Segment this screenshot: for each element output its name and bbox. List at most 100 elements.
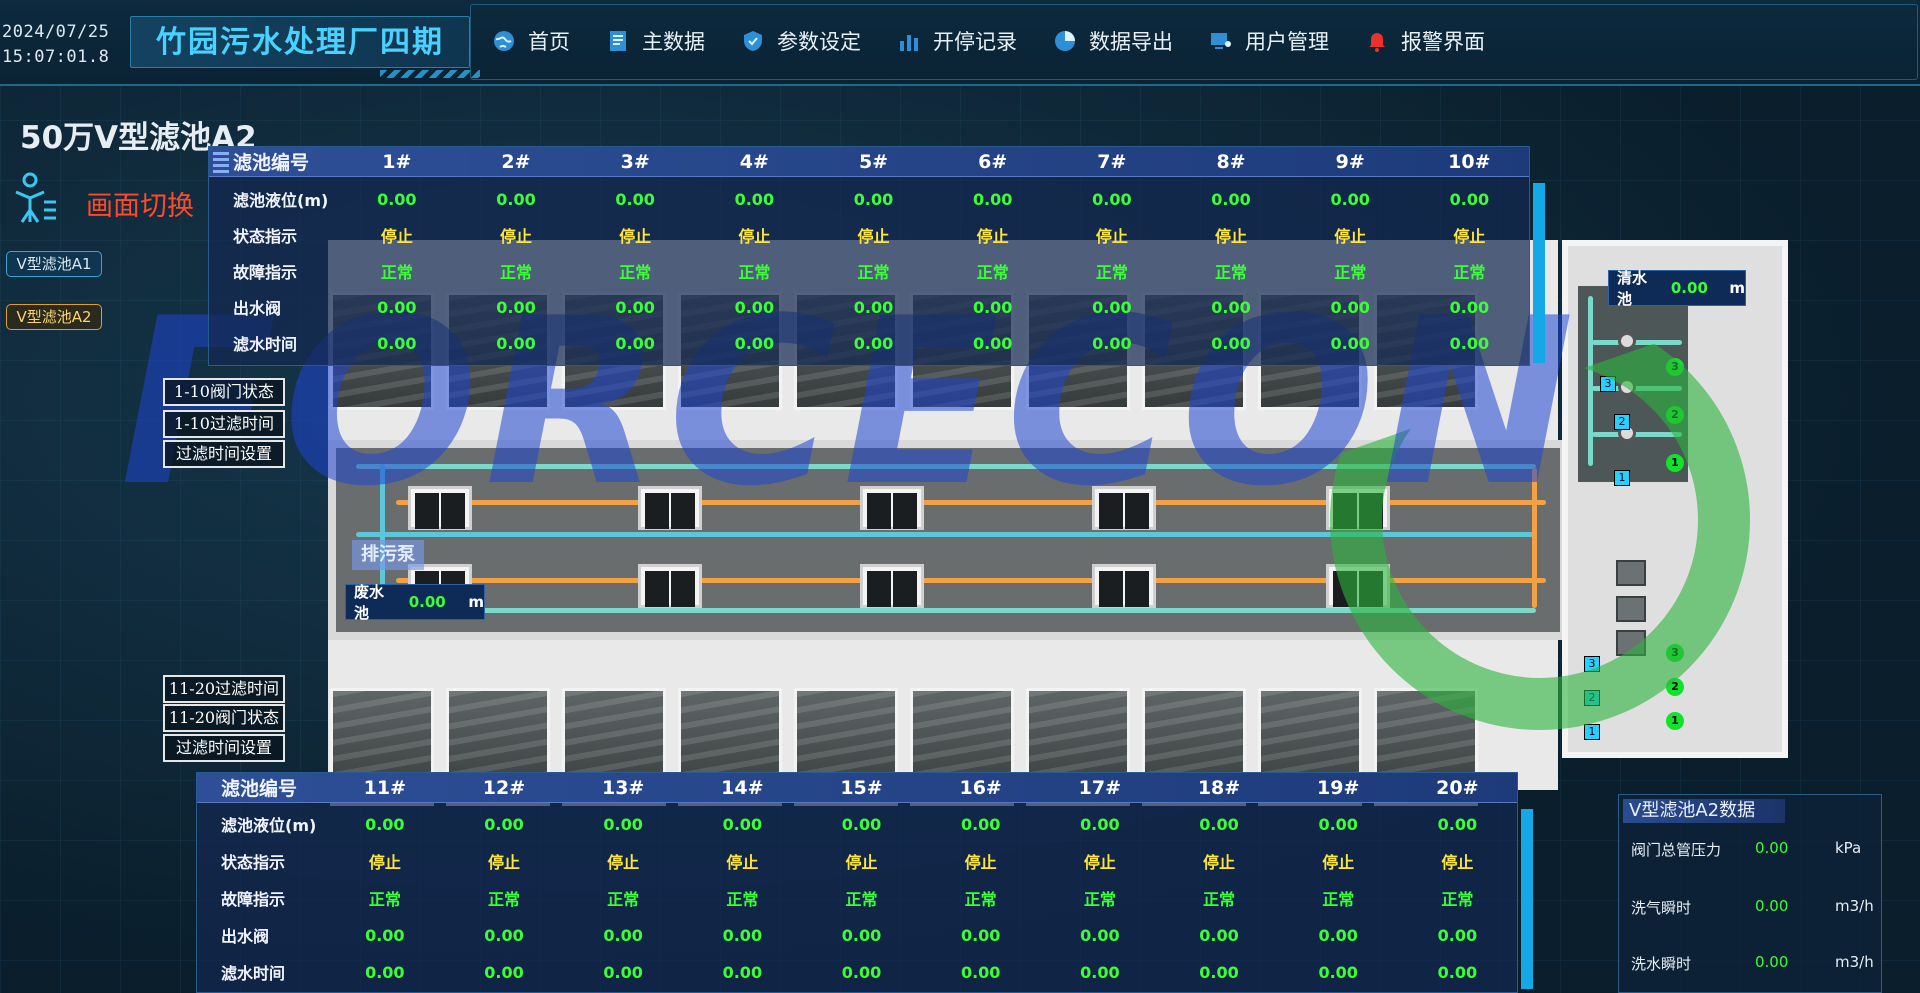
table-cell: 正常 bbox=[1203, 890, 1236, 909]
nav-start-stop-log[interactable]: 开停记录 bbox=[895, 26, 1017, 56]
filter-time-1-10-button[interactable]: 1-10过滤时间 bbox=[163, 410, 285, 438]
filter-a2-data-panel: V型滤池A2数据 阀门总管压力 0.00 kPa 洗气瞬时 0.00 m3/h … bbox=[1618, 794, 1882, 993]
table-cell: 停止 bbox=[738, 227, 771, 246]
table-cell: 0.00 bbox=[722, 925, 763, 945]
table-cell: 0.00 bbox=[1449, 189, 1490, 209]
table-cell: 正常 bbox=[607, 890, 640, 909]
table-cell: 正常 bbox=[738, 263, 771, 282]
status-badge: 2 bbox=[1666, 406, 1684, 424]
table-cell: 0.00 bbox=[1211, 333, 1251, 353]
column-header: 17# bbox=[1078, 776, 1122, 799]
table-cell: 0.00 bbox=[377, 333, 417, 353]
data-label: 阀门总管压力 bbox=[1631, 841, 1722, 859]
table-cell: 0.00 bbox=[1080, 962, 1120, 982]
filter-time-11-20-button[interactable]: 11-20过滤时间 bbox=[163, 675, 285, 703]
clear-water-room: 3 2 1 3 2 1 3 2 1 3 2 1 bbox=[1562, 240, 1788, 758]
equipment-tag: 2 bbox=[1584, 690, 1600, 706]
switch-user-icon bbox=[12, 172, 60, 226]
table-row: 故障指示 正常 正常 正常 正常 正常 正常 正常 正常 正常 正常 bbox=[197, 883, 1517, 913]
table-cell: 0.00 bbox=[1211, 297, 1251, 317]
row-label: 故障指示 bbox=[233, 263, 298, 282]
table-cell: 0.00 bbox=[1080, 814, 1120, 834]
waste-water-level: 废水池 0.00 m bbox=[345, 583, 485, 622]
table-cell: 停止 bbox=[487, 853, 520, 872]
nav-data-export[interactable]: 数据导出 bbox=[1051, 26, 1173, 56]
table-cell: 停止 bbox=[726, 853, 759, 872]
nav-alarm-label: 报警界面 bbox=[1401, 30, 1485, 54]
drain-pump-label: 排污泵 bbox=[352, 540, 424, 570]
valve-gate bbox=[638, 564, 702, 608]
nav-home-label: 首页 bbox=[528, 30, 570, 54]
row-label: 故障指示 bbox=[221, 890, 286, 909]
column-header: 3# bbox=[620, 150, 650, 173]
table-cell: 0.00 bbox=[377, 189, 417, 209]
table-cell: 0.00 bbox=[734, 189, 775, 209]
plant-title: 竹园污水处理厂四期 bbox=[130, 16, 470, 68]
filter-time-setting-bottom-button[interactable]: 过滤时间设置 bbox=[163, 734, 285, 762]
table-cell: 0.00 bbox=[1437, 962, 1478, 982]
table-cell: 正常 bbox=[1453, 263, 1486, 282]
pump-unit bbox=[1616, 630, 1646, 656]
table-cell: 0.00 bbox=[1330, 333, 1370, 353]
nav-data-export-label: 数据导出 bbox=[1089, 30, 1173, 54]
row-label: 滤池液位(m) bbox=[233, 191, 329, 210]
column-header: 5# bbox=[858, 150, 889, 173]
table-cell: 停止 bbox=[1453, 227, 1486, 246]
column-header: 10# bbox=[1448, 150, 1491, 173]
table-cell: 正常 bbox=[1322, 890, 1355, 909]
tab-v-filter-a2[interactable]: V型滤池A2 bbox=[6, 304, 102, 330]
shield-icon bbox=[739, 27, 767, 55]
column-header: 19# bbox=[1317, 776, 1360, 799]
column-header: 7# bbox=[1097, 150, 1127, 173]
table-cell: 正常 bbox=[857, 263, 890, 282]
row-label: 滤池液位(m) bbox=[221, 816, 317, 835]
data-row: 洗水瞬时 0.00 m3/h bbox=[1631, 953, 1879, 974]
nav-parameters[interactable]: 参数设定 bbox=[739, 26, 861, 56]
valve-gate bbox=[638, 486, 702, 530]
row-label: 状态指示 bbox=[221, 853, 286, 872]
table-cell: 0.00 bbox=[1330, 297, 1370, 317]
nav-user-management[interactable]: 用户管理 bbox=[1207, 26, 1329, 56]
column-header: 16# bbox=[959, 776, 1002, 799]
valve-icon bbox=[1618, 332, 1636, 350]
data-value: 0.00 bbox=[1755, 953, 1789, 971]
air-pipe-lower bbox=[356, 608, 1536, 613]
column-header: 6# bbox=[978, 150, 1008, 173]
table-cell: 停止 bbox=[1095, 227, 1128, 246]
table-cell: 0.00 bbox=[960, 814, 1001, 834]
table-cell: 0.00 bbox=[603, 814, 643, 834]
table-cell: 正常 bbox=[964, 890, 997, 909]
nav-home[interactable]: 首页 bbox=[490, 26, 570, 56]
table-row: 出水阀 0.00 0.00 0.00 0.00 0.00 0.00 0.00 0.00 0.00 0… bbox=[209, 292, 1529, 322]
table-cell: 正常 bbox=[1441, 890, 1474, 909]
column-header: 11# bbox=[363, 776, 406, 799]
table-cell: 0.00 bbox=[960, 925, 1001, 945]
table-row: 故障指示 正常 正常 正常 正常 正常 正常 正常 正常 正常 正常 bbox=[209, 256, 1529, 286]
equipment-tag: 1 bbox=[1614, 470, 1630, 486]
clear-water-value: 0.00 bbox=[1670, 279, 1708, 297]
bar-chart-icon bbox=[895, 27, 923, 55]
table-cell: 0.00 bbox=[615, 189, 655, 209]
nav-master-data[interactable]: 主数据 bbox=[604, 26, 705, 56]
table-cell: 停止 bbox=[619, 227, 652, 246]
water-pipe bbox=[356, 532, 1536, 537]
table-cell: 停止 bbox=[368, 853, 401, 872]
filter-time-setting-top-button[interactable]: 过滤时间设置 bbox=[163, 440, 285, 468]
table-cell: 停止 bbox=[1441, 853, 1474, 872]
table-cell: 0.00 bbox=[1211, 189, 1251, 209]
nav-alarm[interactable]: 报警界面 bbox=[1363, 26, 1485, 56]
row-label: 状态指示 bbox=[233, 227, 298, 246]
table-cell: 0.00 bbox=[1092, 297, 1132, 317]
clear-water-label: 清水池 bbox=[1617, 269, 1648, 308]
valve-status-1-10-button[interactable]: 1-10阀门状态 bbox=[163, 378, 285, 406]
column-header: 1# bbox=[382, 150, 412, 173]
table-cell: 正常 bbox=[1334, 263, 1367, 282]
table-cell: 0.00 bbox=[1437, 814, 1478, 834]
data-value: 0.00 bbox=[1755, 897, 1789, 915]
equipment-tag: 1 bbox=[1584, 724, 1600, 740]
tab-v-filter-a1[interactable]: V型滤池A1 bbox=[6, 251, 102, 277]
pump-unit bbox=[1616, 560, 1646, 586]
table-cell: 0.00 bbox=[960, 962, 1001, 982]
globe-icon bbox=[490, 27, 518, 55]
valve-status-11-20-button[interactable]: 11-20阀门状态 bbox=[163, 704, 285, 732]
